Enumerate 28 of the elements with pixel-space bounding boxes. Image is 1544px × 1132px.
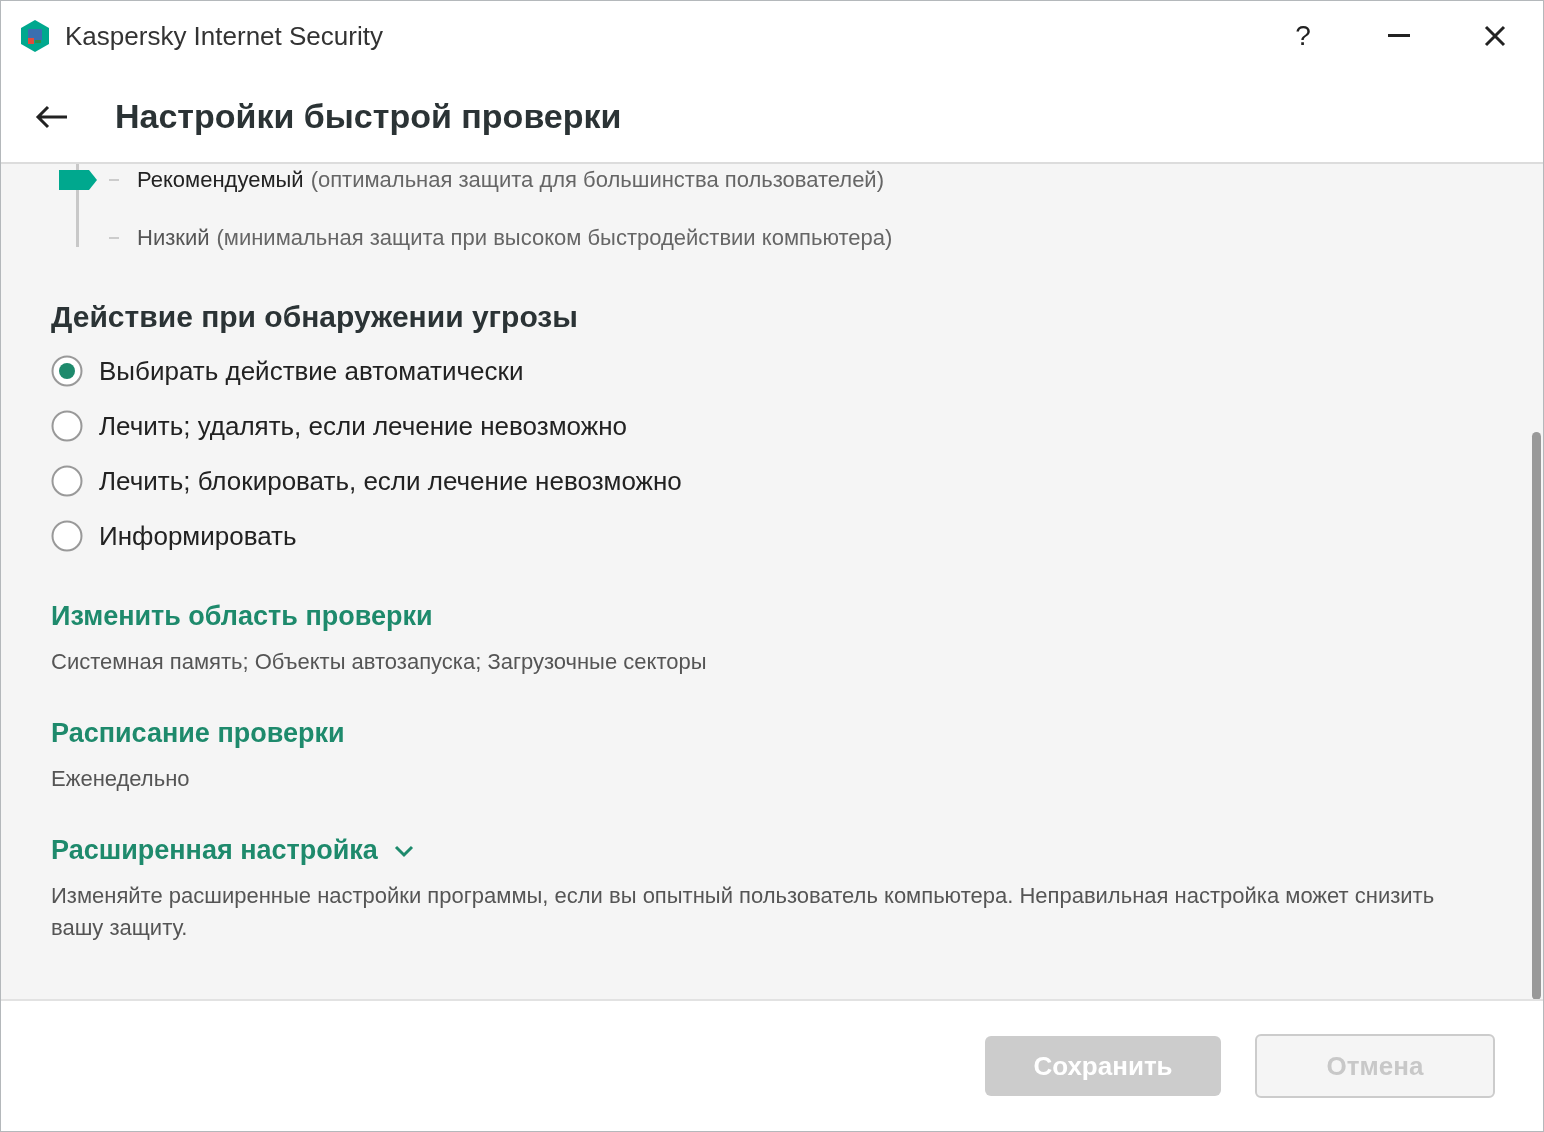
level-name[interactable]: Рекомендуемый xyxy=(137,167,304,193)
radio-button[interactable] xyxy=(51,520,83,552)
app-logo-icon xyxy=(19,19,51,53)
level-description: (оптимальная защита для большинства пользователей) xyxy=(310,167,884,193)
expander-link[interactable]: Расширенная настройка xyxy=(51,835,414,866)
radio-label[interactable]: Лечить; удалять, если лечение невозможно xyxy=(99,410,627,442)
page-title: Настройки быстрой проверки xyxy=(115,97,622,136)
level-name[interactable]: Низкий xyxy=(137,225,210,251)
close-icon xyxy=(1484,25,1506,47)
help-button[interactable]: ? xyxy=(1255,1,1351,71)
section-description: Изменяйте расширенные настройки программы, если вы опытный пользователь компьютера. Неправильная настройка может снизить вашу защиту. xyxy=(51,882,1436,942)
level-description: (минимальная защита при высоком быстродействии компьютера) xyxy=(216,225,893,251)
radio-label[interactable]: Информировать xyxy=(99,520,297,552)
back-arrow-icon[interactable] xyxy=(35,104,69,129)
section-description: Еженедельно xyxy=(51,765,191,793)
radio-button[interactable] xyxy=(51,355,83,387)
minimize-icon xyxy=(1388,34,1410,38)
radio-button[interactable] xyxy=(51,410,83,442)
settings-link[interactable]: Изменить область проверки xyxy=(51,601,433,632)
radio-button[interactable] xyxy=(51,465,83,497)
section-heading: Действие при обнаружении угрозы xyxy=(51,300,579,334)
window-title: Kaspersky Internet Security xyxy=(65,20,384,52)
settings-link[interactable]: Расписание проверки xyxy=(51,718,345,749)
radio-label[interactable]: Выбирать действие автоматически xyxy=(99,355,524,387)
scrollbar[interactable] xyxy=(1532,432,1541,999)
radio-label[interactable]: Лечить; блокировать, если лечение невозможно xyxy=(99,465,682,497)
section-description: Системная память; Объекты автозапуска; Загрузочные секторы xyxy=(51,648,708,676)
level-marker[interactable] xyxy=(59,170,97,190)
